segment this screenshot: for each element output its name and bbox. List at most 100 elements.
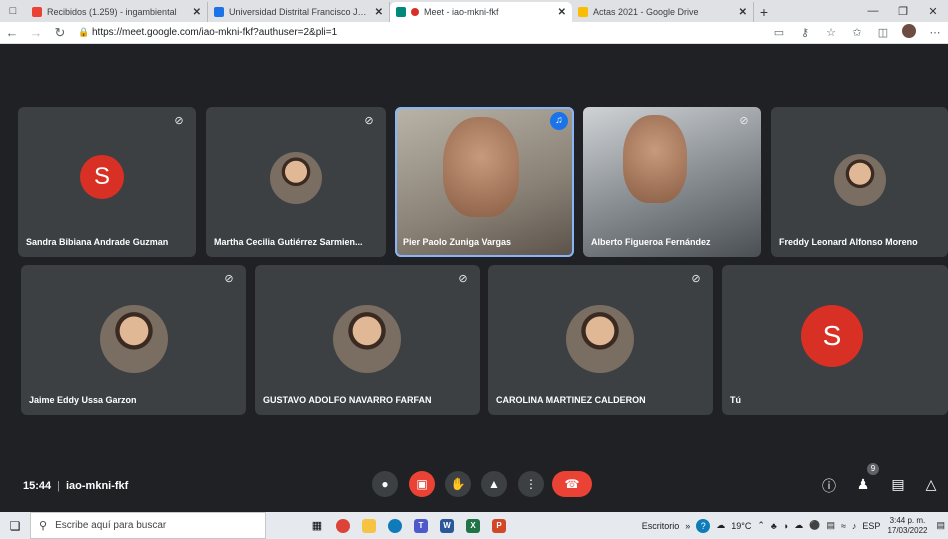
gmail-favicon-icon [32,7,42,17]
avatar [333,305,401,373]
close-window-icon[interactable]: ✕ [918,5,948,18]
minimize-icon[interactable]: — [858,5,888,17]
video-feed [623,115,687,203]
windows-taskbar: ❏ ⚲ Escribe aquí para buscar ▦ T W X P E… [0,512,948,539]
clock-date: 17/03/2022 [887,525,928,535]
more-menu-icon[interactable]: ⋯ [922,26,948,39]
help-icon[interactable]: ? [696,518,711,533]
favorites-list-icon[interactable]: ✩ [844,26,870,39]
key-icon[interactable]: ⚷ [792,26,818,39]
word-icon[interactable]: W [434,512,460,539]
browser-tab-bar: □ Recibidos (1.259) - ingambiental ✕ Uni… [0,0,948,22]
camera-off-button[interactable]: ▣ [409,471,435,497]
tray-app-icon[interactable]: ⚫ [809,520,820,531]
more-options-button[interactable]: ⋮ [518,471,544,497]
tab-title: Meet - iao-mkni-fkf [424,7,499,17]
weather-temperature[interactable]: 19°C [731,521,751,531]
tray-app-icon[interactable]: ◑ [783,521,788,531]
onedrive-icon[interactable]: ☁ [794,520,803,531]
mic-off-icon: ⊘ [739,115,749,127]
avatar: S [801,305,863,367]
search-icon: ⚲ [39,520,48,532]
participant-tile[interactable]: ⊘ S Sandra Bibiana Andrade Guzman [18,107,196,257]
meeting-time: 15:44 [23,480,52,492]
system-tray: Escritorio » ? ☁ 19°C ⌃ ♣ ◑ ☁ ⚫ ▤ ≈ ♪ ES… [639,516,948,536]
participant-tile[interactable]: ⊘ Martha Cecilia Gutiérrez Sarmien... [206,107,386,257]
search-placeholder: Escribe aquí para buscar [55,520,167,531]
address-bar: ← → ↻ 🔒 https://meet.google.com/iao-mkni… [0,22,948,44]
edge-icon[interactable] [382,512,408,539]
url-field[interactable]: 🔒 https://meet.google.com/iao-mkni-fkf?a… [78,27,766,38]
wifi-icon[interactable]: ≈ [841,521,846,531]
tab-title: Actas 2021 - Google Drive [593,7,699,17]
microphone-button[interactable]: ● [372,471,398,497]
tray-app-icon[interactable]: ♣ [771,521,777,531]
participant-name: Jaime Eddy Ussa Garzon [29,395,137,405]
collections-icon[interactable]: ◫ [870,26,896,39]
people-icon[interactable]: ♟ [854,476,872,493]
taskbar-clock[interactable]: 3:44 p. m. 17/03/2022 [887,516,927,536]
powerpoint-icon[interactable]: P [486,512,512,539]
mic-off-icon: ⊘ [458,273,468,285]
chrome-icon[interactable] [330,512,356,539]
language-indicator[interactable]: ESP [862,521,880,531]
close-tab-icon[interactable]: ✕ [193,7,201,18]
participant-tile[interactable]: ⊘ Jaime Eddy Ussa Garzon [21,265,246,415]
tab-drive[interactable]: Actas 2021 - Google Drive ✕ [572,2,754,22]
desktop-toolbar-label[interactable]: Escritorio [642,521,680,531]
close-tab-icon[interactable]: ✕ [375,7,383,18]
participant-tile[interactable]: ⊘ CAROLINA MARTINEZ CALDERON [488,265,713,415]
avatar: S [80,155,124,199]
close-tab-icon[interactable]: ✕ [558,7,566,18]
back-icon[interactable]: ← [0,25,24,40]
favorite-star-icon[interactable]: ☆ [818,26,844,39]
meeting-info: 15:44 | iao-mkni-fkf [23,480,129,492]
notifications-icon[interactable]: ▤ [936,520,945,531]
participant-tile-self[interactable]: S Tú [722,265,948,415]
tab-gmail[interactable]: Recibidos (1.259) - ingambiental ✕ [26,2,208,22]
task-view-icon[interactable]: ▦ [304,512,330,539]
participant-tile[interactable]: ⊘ GUSTAVO ADOLFO NAVARRO FARFAN [255,265,480,415]
tab-universidad[interactable]: Universidad Distrital Francisco José ✕ [208,2,390,22]
reload-icon[interactable]: ↻ [48,25,72,41]
end-call-button[interactable]: ☎ [552,471,592,497]
chat-icon[interactable]: ▤ [889,476,907,493]
show-hidden-icons-icon[interactable]: ⌃ [757,520,765,531]
raise-hand-button[interactable]: ✋ [445,471,471,497]
mic-off-icon: ⊘ [224,273,234,285]
tab-meet[interactable]: Meet - iao-mkni-fkf ✕ [390,2,572,22]
tab-actions-icon[interactable]: □ [0,0,26,22]
cast-icon[interactable]: ▭ [766,26,792,39]
meet-favicon-icon [396,7,406,17]
lock-icon: 🔒 [78,27,90,37]
close-tab-icon[interactable]: ✕ [739,7,747,18]
video-feed [443,117,519,217]
participant-tile[interactable]: ♫ Pier Paolo Zuniga Vargas [395,107,574,257]
forward-icon[interactable]: → [24,25,48,40]
new-tab-button[interactable]: + [754,2,774,22]
drive-favicon-icon [578,7,588,17]
file-explorer-icon[interactable] [356,512,382,539]
profile-avatar[interactable] [896,24,922,41]
avatar [270,152,322,204]
weather-icon[interactable]: ☁ [716,520,725,531]
tray-app-icon[interactable]: ▤ [826,520,835,531]
maximize-icon[interactable]: ❐ [888,5,918,18]
teams-icon[interactable]: T [408,512,434,539]
participant-tile[interactable]: ⊘ Alberto Figueroa Fernández [583,107,761,257]
speaking-indicator-icon: ♫ [550,112,568,130]
present-screen-button[interactable]: ▲ [481,471,507,497]
volume-icon[interactable]: ♪ [852,521,857,531]
participant-tile[interactable]: Freddy Leonard Alfonso Moreno [771,107,948,257]
participant-name: GUSTAVO ADOLFO NAVARRO FARFAN [263,395,432,405]
avatar [566,305,634,373]
taskbar-search-box[interactable]: ⚲ Escribe aquí para buscar [30,512,266,539]
excel-icon[interactable]: X [460,512,486,539]
windows-start-icon[interactable]: ❏ [0,519,30,533]
meet-stage: ⊘ S Sandra Bibiana Andrade Guzman ⊘ Mart… [0,44,948,512]
tab-title: Universidad Distrital Francisco José [229,7,371,17]
meeting-details-icon[interactable]: ⓘ [820,476,838,496]
activities-icon[interactable]: △ [922,476,940,493]
toolbar-expand-icon[interactable]: » [685,521,690,531]
universidad-favicon-icon [214,7,224,17]
